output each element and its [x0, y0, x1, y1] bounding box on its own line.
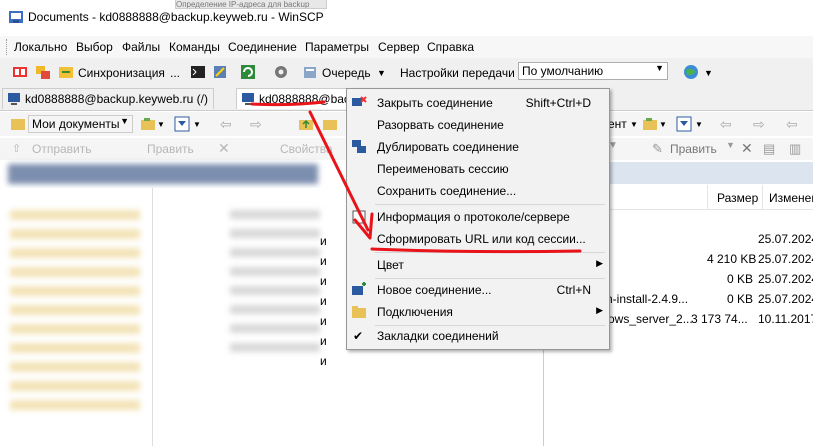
underline-annotation — [370, 247, 582, 254]
annotation-overlay — [250, 100, 582, 254]
arrow-annotation — [308, 110, 370, 232]
underline-annotation — [250, 100, 326, 107]
